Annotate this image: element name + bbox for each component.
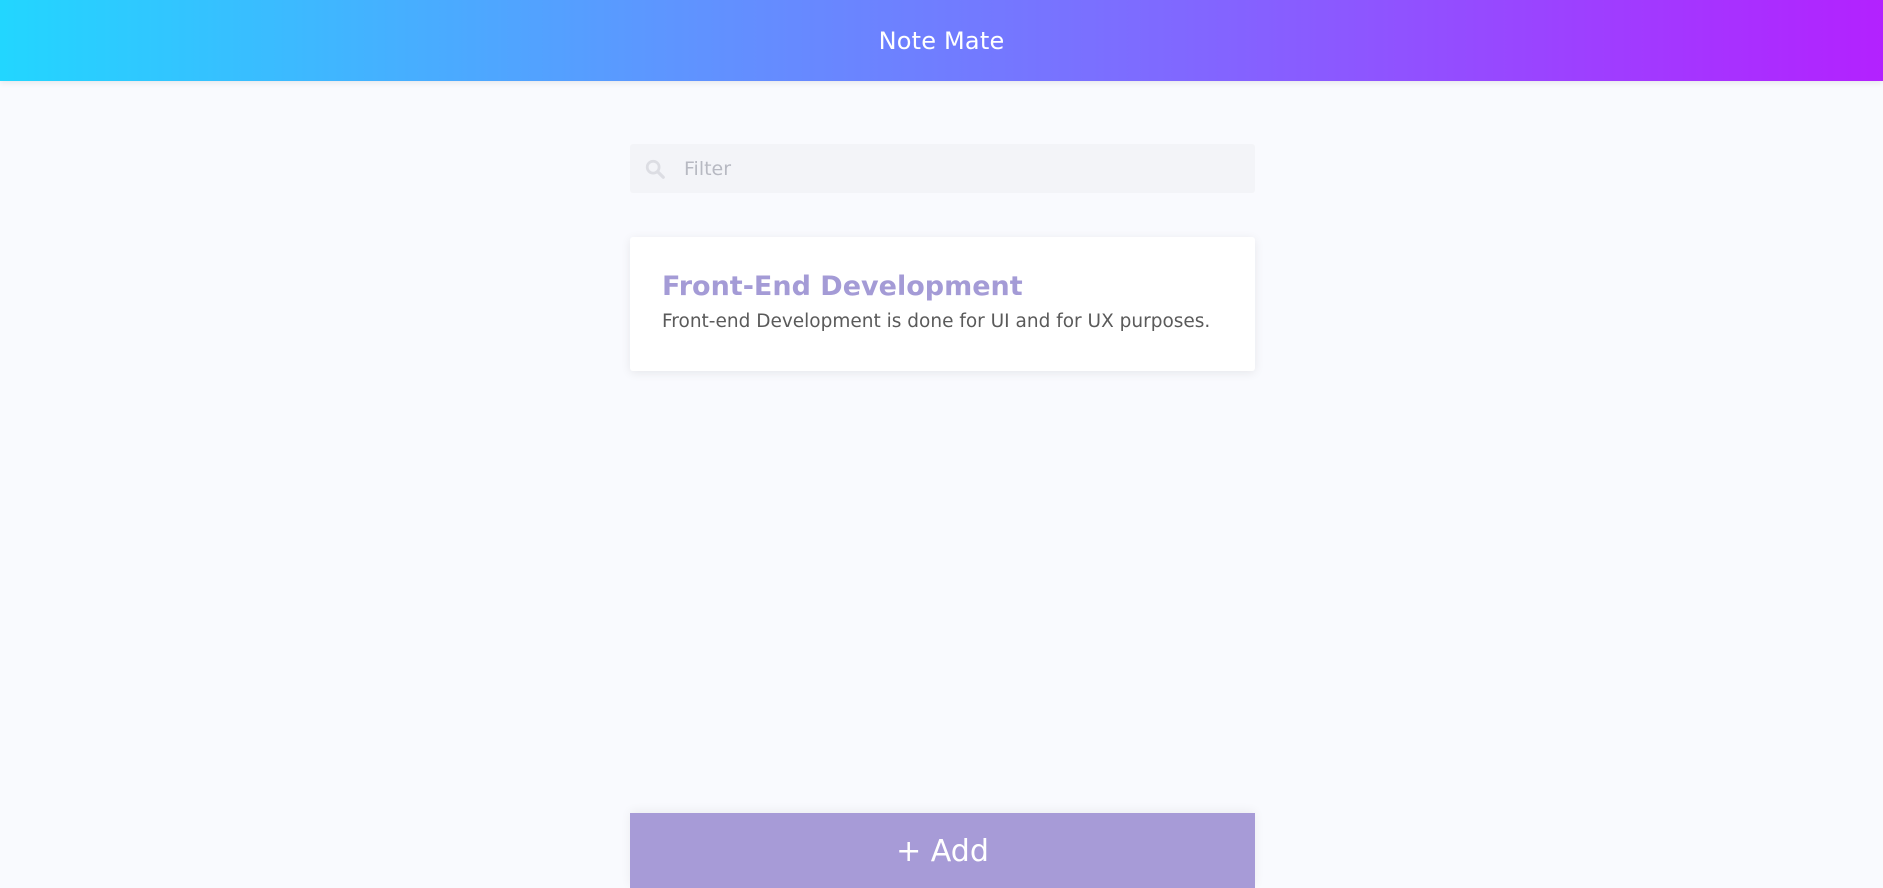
filter-box — [630, 144, 1255, 193]
app-title: Note Mate — [878, 26, 1005, 55]
note-body: Front-end Development is done for UI and… — [662, 311, 1211, 332]
search-icon — [645, 159, 665, 179]
add-button[interactable]: + Add — [630, 813, 1255, 888]
filter-input[interactable] — [682, 144, 1242, 193]
note-title: Front-End Development — [662, 271, 1023, 302]
main-content: Front-End Development Front-end Developm… — [630, 144, 1255, 371]
app-header: Note Mate — [0, 0, 1883, 81]
note-card[interactable]: Front-End Development Front-end Developm… — [630, 237, 1255, 371]
